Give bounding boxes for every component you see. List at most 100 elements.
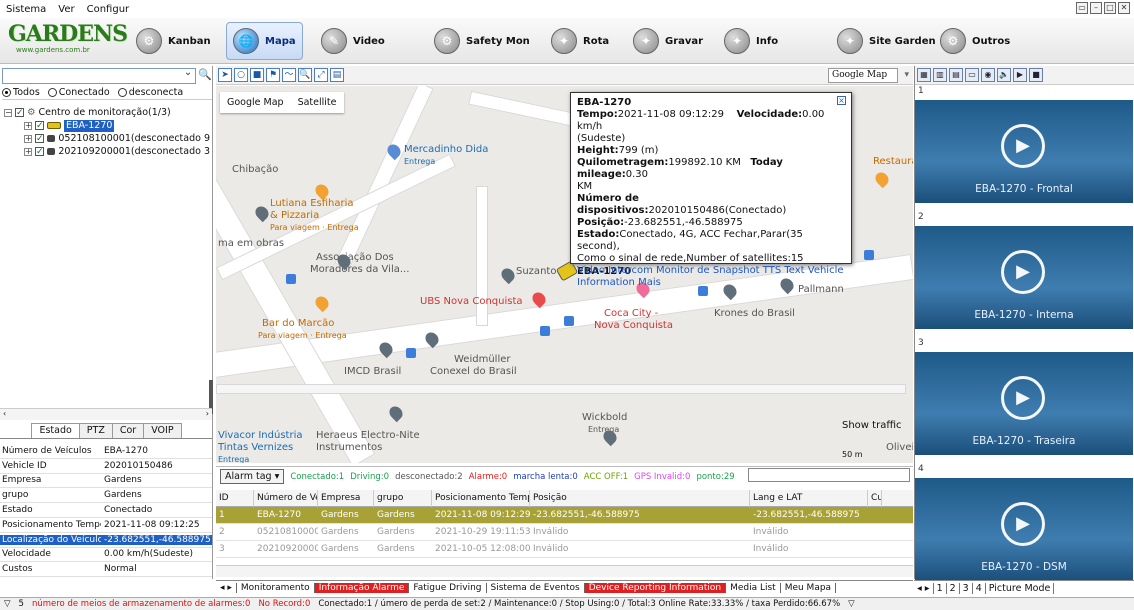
- video-split-icon[interactable]: ▥: [933, 68, 947, 82]
- place-pin-icon[interactable]: [498, 265, 518, 285]
- video-record-icon[interactable]: ◉: [981, 68, 995, 82]
- grid-header-1[interactable]: ID: [216, 489, 254, 507]
- show-traffic-button[interactable]: Show traffic: [842, 420, 902, 431]
- video-screen-icon[interactable]: ▭: [965, 68, 979, 82]
- collapse-icon[interactable]: −: [4, 108, 12, 117]
- bottom-tab-4[interactable]: Sistema de Eventos: [487, 583, 585, 593]
- expand-icon[interactable]: +: [24, 147, 32, 156]
- map-provider-select[interactable]: Google Map: [828, 68, 909, 83]
- video-slot-2[interactable]: 2 ▶ EBA-1270 - Interna: [915, 212, 1133, 329]
- layers-icon[interactable]: ▤: [330, 68, 344, 82]
- play-all-icon[interactable]: ▶: [1013, 68, 1027, 82]
- radio-icon[interactable]: [47, 88, 57, 97]
- grid-header-5[interactable]: Posicionamento Tempo: [432, 489, 530, 507]
- toolbar-button-kanban[interactable]: ⚙ Kanban: [130, 22, 217, 60]
- toolbar-button-outros[interactable]: ⚙ Outros: [934, 22, 1016, 60]
- filter-icon[interactable]: ▽: [848, 599, 855, 609]
- close-icon[interactable]: ✕: [1118, 2, 1130, 14]
- tab-cor[interactable]: Cor: [111, 423, 145, 438]
- close-icon[interactable]: ×: [837, 96, 846, 105]
- toolbar-button-rota[interactable]: ✦ Rota: [545, 22, 615, 60]
- restore-icon[interactable]: ▭: [1076, 2, 1088, 14]
- grid-header-4[interactable]: grupo: [374, 489, 432, 507]
- checkbox-icon[interactable]: ✓: [35, 134, 44, 144]
- play-icon[interactable]: ▶: [1001, 376, 1045, 420]
- expand-icon[interactable]: +: [24, 121, 32, 130]
- grid-header-3[interactable]: Empresa: [318, 489, 374, 507]
- menu-item[interactable]: Ver: [58, 4, 74, 15]
- play-icon[interactable]: ▶: [1001, 502, 1045, 546]
- polyline-icon[interactable]: 〜: [282, 68, 296, 82]
- tree-vehicle[interactable]: + ✓ 202109200001(desconectado 3: [4, 145, 210, 158]
- video-slot-3[interactable]: 3 ▶ EBA-1270 - Traseira: [915, 338, 1133, 455]
- circle-icon[interactable]: ○: [234, 68, 248, 82]
- menu-item[interactable]: Sistema: [6, 4, 46, 15]
- toolbar-button-video[interactable]: ✎ Video: [315, 22, 391, 60]
- alarm-tag-dropdown[interactable]: Alarm tag: [220, 469, 285, 484]
- table-row[interactable]: 3202109200001GardensGardens2021-10-05 12…: [216, 541, 913, 558]
- pointer-icon[interactable]: ➤: [218, 68, 232, 82]
- grid-header-7[interactable]: Lang e LAT: [750, 489, 868, 507]
- popup-action-links[interactable]: Video Intercom Monitor de Snapshot TTS T…: [577, 265, 845, 277]
- toolbar-button-mapa[interactable]: 🌐 Mapa: [226, 22, 303, 60]
- popup-action-links-2[interactable]: Information Mais: [577, 277, 845, 289]
- restaurant-pin-icon[interactable]: [312, 293, 332, 313]
- flag-icon[interactable]: ⚑: [266, 68, 280, 82]
- checkbox-icon[interactable]: ✓: [15, 108, 24, 118]
- bottom-tab-3[interactable]: Fatigue Driving: [409, 583, 487, 593]
- toolbar-button-info[interactable]: ✦ Info: [718, 22, 784, 60]
- stop-icon[interactable]: ■: [1029, 68, 1043, 82]
- fit-icon[interactable]: ⤢: [314, 68, 328, 82]
- video-page-tab[interactable]: 2: [947, 582, 960, 594]
- bottom-tab-5[interactable]: Device Reporting Information: [584, 583, 727, 593]
- toolbar-button-gravar[interactable]: ✦ Gravar: [627, 22, 709, 60]
- radio-3[interactable]: desconecta: [117, 87, 183, 98]
- satellite-button[interactable]: Satellite: [291, 92, 344, 113]
- video-page-tab[interactable]: 3: [960, 582, 973, 594]
- minimize-icon[interactable]: –: [1090, 2, 1102, 14]
- rectangle-icon[interactable]: ■: [250, 68, 264, 82]
- play-icon[interactable]: ▶: [1001, 124, 1045, 168]
- checkbox-icon[interactable]: ✓: [35, 121, 44, 131]
- video-layout-icon[interactable]: ▦: [917, 68, 931, 82]
- checkbox-icon[interactable]: ✓: [35, 147, 44, 157]
- table-row[interactable]: 1 EBA-1270 Gardens Gardens 2021-11-08 09:12:…: [216, 507, 913, 524]
- toolbar-button-safety-mon[interactable]: ⚙ Safety Mon: [428, 22, 536, 60]
- bottom-tab-6[interactable]: Media List: [726, 583, 781, 593]
- table-row[interactable]: 2052108100001GardensGardens2021-10-29 19…: [216, 524, 913, 541]
- search-icon[interactable]: 🔍: [198, 68, 212, 84]
- expand-icon[interactable]: +: [24, 134, 32, 143]
- maximize-icon[interactable]: □: [1104, 2, 1116, 14]
- tree-hscrollbar[interactable]: ‹ ›: [0, 408, 212, 420]
- video-page-tab[interactable]: 1: [934, 582, 947, 594]
- menu-item[interactable]: Configur: [87, 4, 130, 15]
- filter-icon[interactable]: ▽: [4, 599, 11, 609]
- grid-header-2[interactable]: Número de Veíc: [254, 489, 318, 507]
- alarm-filter-combo[interactable]: [748, 468, 910, 482]
- place-pin-icon[interactable]: [252, 203, 272, 223]
- bottom-tab-7[interactable]: Meu Mapa: [781, 583, 837, 593]
- tab-estado[interactable]: Estado: [31, 423, 80, 438]
- video-slot-1[interactable]: 1 ▶ EBA-1270 - Frontal: [915, 86, 1133, 203]
- tree-root[interactable]: − ✓ ⚙ Centro de monitoração(1/3): [4, 106, 210, 119]
- google-map-button[interactable]: Google Map: [220, 92, 291, 113]
- tree-vehicle[interactable]: + ✓ EBA-1270: [4, 119, 210, 132]
- video-page-tab[interactable]: Picture Mode: [986, 582, 1055, 594]
- tab-nav-arrows[interactable]: ◂ ▸: [216, 583, 237, 593]
- volume-icon[interactable]: 🔈: [997, 68, 1011, 82]
- bottom-tab-1[interactable]: Monitoramento: [237, 583, 315, 593]
- radio-icon[interactable]: [117, 88, 127, 97]
- place-pin-icon[interactable]: [386, 403, 406, 423]
- restaurant-pin-icon[interactable]: [872, 169, 892, 189]
- bottom-tab-2[interactable]: Informação Alarme: [314, 583, 410, 593]
- grid-header-8[interactable]: Cu: [868, 489, 882, 507]
- tab-ptz[interactable]: PTZ: [78, 423, 113, 438]
- video-page-tab[interactable]: 4: [973, 582, 986, 594]
- play-icon[interactable]: ▶: [1001, 250, 1045, 294]
- tree-vehicle[interactable]: + ✓ 052108100001(desconectado 9: [4, 132, 210, 145]
- video-grid-icon[interactable]: ▤: [949, 68, 963, 82]
- video-slot-4[interactable]: 4 ▶ EBA-1270 - DSM: [915, 464, 1133, 581]
- vehicle-search-combo[interactable]: [2, 67, 197, 84]
- zoom-search-icon[interactable]: 🔍: [298, 68, 312, 82]
- grid-header-6[interactable]: Posição: [530, 489, 750, 507]
